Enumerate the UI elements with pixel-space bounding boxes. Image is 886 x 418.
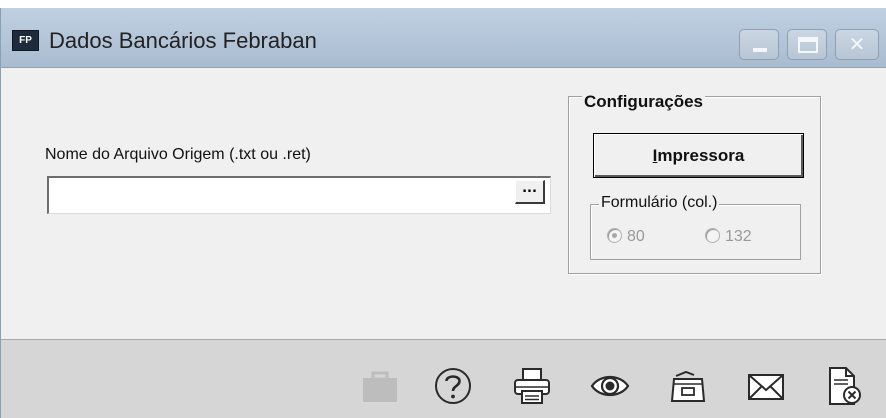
radio-dot bbox=[705, 228, 720, 243]
printer-button-label: mpressora bbox=[657, 146, 745, 165]
file-field-label: Nome do Arquivo Origem (.txt ou .ret) bbox=[45, 146, 311, 163]
help-icon[interactable] bbox=[433, 366, 473, 406]
minimize-button[interactable] bbox=[739, 29, 779, 60]
radio-80-columns[interactable]: 80 bbox=[607, 228, 645, 248]
title-bar[interactable]: FP Dados Bancários Febraban ✕ bbox=[1, 8, 886, 68]
print-icon[interactable] bbox=[512, 366, 552, 406]
form-columns-title: Formulário (col.) bbox=[599, 194, 720, 212]
browse-button[interactable]: ... bbox=[515, 180, 545, 204]
radio-132-label: 132 bbox=[725, 228, 752, 245]
briefcase-icon bbox=[360, 366, 400, 406]
archive-icon[interactable] bbox=[668, 366, 708, 406]
maximize-icon bbox=[798, 37, 818, 53]
app-icon[interactable]: FP bbox=[12, 30, 39, 51]
radio-80-label: 80 bbox=[627, 228, 645, 245]
close-icon: ✕ bbox=[848, 32, 866, 56]
mail-icon[interactable] bbox=[746, 366, 786, 406]
maximize-button[interactable] bbox=[787, 29, 827, 60]
minimize-icon bbox=[753, 48, 767, 52]
file-path-input[interactable] bbox=[47, 176, 551, 214]
preview-icon[interactable] bbox=[590, 366, 630, 406]
radio-132-columns[interactable]: 132 bbox=[705, 228, 752, 248]
window-title: Dados Bancários Febraban bbox=[49, 28, 317, 53]
close-button[interactable]: ✕ bbox=[835, 29, 879, 60]
bottom-toolbar bbox=[1, 339, 886, 418]
radio-dot-selected bbox=[607, 228, 622, 243]
close-document-icon[interactable] bbox=[824, 366, 864, 406]
config-group-title: Configurações bbox=[582, 92, 706, 112]
printer-button[interactable]: Impressora bbox=[593, 133, 804, 178]
main-window: FP Dados Bancários Febraban ✕ Nome do Ar… bbox=[0, 8, 886, 418]
